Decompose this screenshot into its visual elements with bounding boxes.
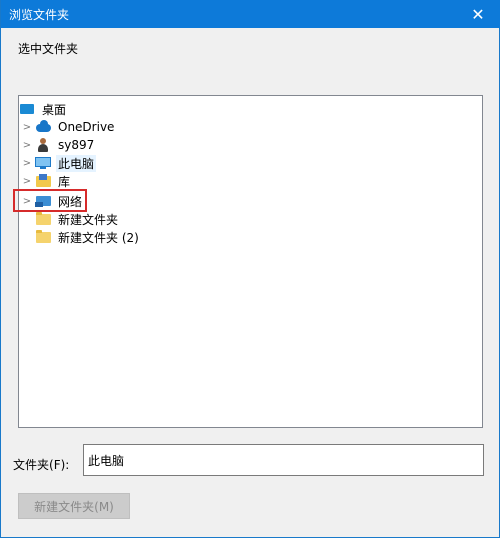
shortcut-hint: (F): xyxy=(49,458,70,472)
tree-item-label: 新建文件夹 (2) xyxy=(58,230,139,245)
tree-item-label: OneDrive xyxy=(58,120,115,134)
folder-tree[interactable]: 桌面 > OneDrive > sy897 > 此电脑 > 库 > 网络 新建文… xyxy=(18,95,483,428)
tree-item-new-folder-2[interactable]: 新建文件夹 (2) xyxy=(35,228,141,246)
tree-item-label: sy897 xyxy=(58,138,95,152)
onedrive-cloud-icon xyxy=(35,120,52,134)
tree-item-onedrive[interactable]: > OneDrive xyxy=(21,118,116,136)
tree-item-this-pc[interactable]: > 此电脑 xyxy=(21,154,97,172)
chevron-right-icon[interactable]: > xyxy=(21,158,33,169)
folder-icon xyxy=(35,230,52,244)
instruction-text: 选中文件夹 xyxy=(18,42,79,56)
chevron-right-icon[interactable]: > xyxy=(21,140,33,151)
tree-item-new-folder[interactable]: 新建文件夹 xyxy=(35,210,120,228)
library-icon xyxy=(35,174,52,188)
title-bar: 浏览文件夹 ✕ xyxy=(1,0,500,28)
network-icon xyxy=(35,194,52,208)
close-icon: ✕ xyxy=(471,4,485,24)
tree-item-label: 此电脑 xyxy=(56,154,97,172)
folder-path-input[interactable] xyxy=(83,444,484,476)
folder-icon xyxy=(35,212,52,226)
browse-folder-dialog: 浏览文件夹 ✕ 选中文件夹 桌面 > OneDrive > sy897 > 此电… xyxy=(0,0,500,538)
user-icon xyxy=(35,138,52,152)
folder-field-label: 文件夹(F): xyxy=(13,458,70,472)
tree-item-network[interactable]: > 网络 xyxy=(21,192,84,210)
computer-icon xyxy=(35,156,52,170)
tree-item-label: 新建文件夹 xyxy=(58,212,119,227)
chevron-right-icon[interactable]: > xyxy=(21,176,33,187)
window-title: 浏览文件夹 xyxy=(9,8,70,22)
tree-item-label: 库 xyxy=(58,174,71,189)
tree-item-library[interactable]: > 库 xyxy=(21,172,72,190)
chevron-right-icon[interactable]: > xyxy=(21,196,33,207)
tree-item-desktop[interactable]: 桌面 xyxy=(19,100,68,118)
tree-item-user[interactable]: > sy897 xyxy=(21,136,96,154)
tree-item-label: 桌面 xyxy=(42,102,67,117)
chevron-right-icon[interactable]: > xyxy=(21,122,33,133)
desktop-icon xyxy=(19,102,36,116)
new-folder-button[interactable]: 新建文件夹(M) xyxy=(18,493,130,519)
tree-item-label: 网络 xyxy=(58,194,83,209)
close-button[interactable]: ✕ xyxy=(455,0,500,28)
